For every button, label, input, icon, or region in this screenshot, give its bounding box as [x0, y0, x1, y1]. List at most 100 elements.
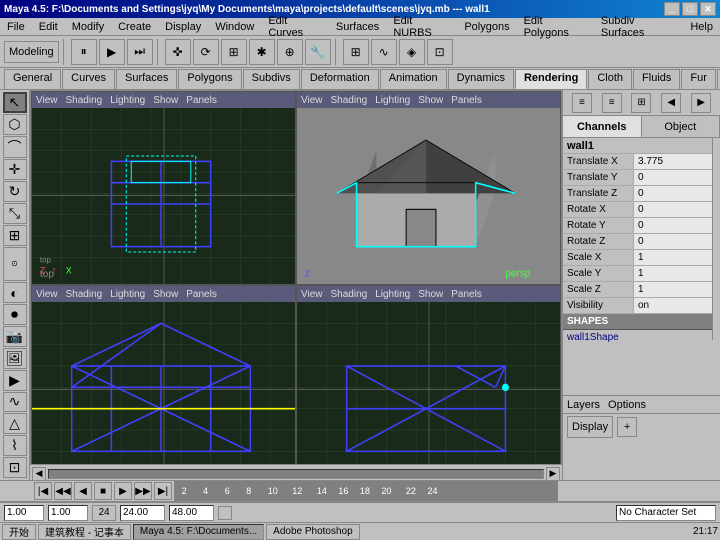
viewport-top-shading-menu[interactable]: Shading	[66, 95, 103, 106]
tab-animation[interactable]: Animation	[380, 69, 447, 89]
menu-modify[interactable]: Modify	[69, 20, 107, 34]
timeline-scrollbar[interactable]	[48, 469, 544, 479]
menu-surfaces[interactable]: Surfaces	[333, 20, 382, 34]
tab-deformation[interactable]: Deformation	[301, 69, 379, 89]
rpanel-btn-1[interactable]: ≡	[572, 93, 592, 113]
toolbar-btn-9[interactable]: 🔧	[305, 39, 331, 65]
channel-value[interactable]: 0	[633, 186, 720, 201]
nurbs-btn[interactable]: ⌇	[3, 435, 27, 456]
tab-general[interactable]: General	[4, 69, 61, 89]
timeline-next-frame-btn[interactable]: ▶	[114, 482, 132, 500]
toolbar-btn-1[interactable]: ⏸	[71, 39, 97, 65]
misc-btn[interactable]: ⊡	[3, 457, 27, 478]
channel-value[interactable]: 1	[633, 266, 720, 281]
toolbar-btn-4[interactable]: ✜	[165, 39, 191, 65]
viewport-persp-shading-menu[interactable]: Shading	[331, 95, 368, 106]
taskbar-app-1[interactable]: Maya 4.5: F:\Documents...	[133, 524, 264, 540]
layers-menu[interactable]: Layers	[567, 399, 600, 411]
close-button[interactable]: ✕	[700, 2, 716, 16]
universal-tool-btn[interactable]: ⊞	[3, 225, 27, 246]
viewport-persp-view-menu[interactable]: View	[301, 95, 323, 106]
wave-btn[interactable]: ∿	[3, 392, 27, 413]
tab-polygons[interactable]: Polygons	[178, 69, 241, 89]
viewport-persp-lighting-menu[interactable]: Lighting	[375, 95, 410, 106]
timeline-numbers[interactable]: 24681012141618202224	[174, 481, 558, 501]
toolbar-btn-7[interactable]: ✱	[249, 39, 275, 65]
viewport-persp-canvas[interactable]: Z X persp	[297, 108, 560, 284]
taskbar-app-2[interactable]: Adobe Photoshop	[266, 524, 360, 540]
viewport-side-show-menu[interactable]: Show	[418, 289, 443, 300]
maximize-button[interactable]: □	[682, 2, 698, 16]
menu-polygons[interactable]: Polygons	[461, 20, 512, 34]
tab-rendering[interactable]: Rendering	[515, 69, 587, 89]
tab-fluids[interactable]: Fluids	[633, 69, 680, 89]
display-dropdown[interactable]: Display	[567, 416, 613, 438]
toolbar-btn-2[interactable]: ▶	[99, 39, 125, 65]
channel-value[interactable]: 1	[633, 250, 720, 265]
channel-value[interactable]: 0	[633, 202, 720, 217]
viewport-front-canvas[interactable]: Z X front	[32, 302, 295, 478]
viewport-persp-panels-menu[interactable]: Panels	[451, 95, 482, 106]
tab-subdivs[interactable]: Subdivs	[243, 69, 300, 89]
tab-curves[interactable]: Curves	[62, 69, 115, 89]
viewport-front-shading-menu[interactable]: Shading	[66, 289, 103, 300]
snap-curve-btn[interactable]: ∿	[371, 39, 397, 65]
select-tool-btn[interactable]: ↖	[3, 92, 27, 113]
modeling-dropdown[interactable]: Modeling	[4, 41, 59, 63]
viewport-front-show-menu[interactable]: Show	[153, 289, 178, 300]
toolbar-btn-6[interactable]: ⊞	[221, 39, 247, 65]
viewport-side-canvas[interactable]: Z X side	[297, 302, 560, 478]
scroll-left-btn[interactable]: ◀	[32, 467, 46, 481]
toolbar-btn-8[interactable]: ⊕	[277, 39, 303, 65]
channel-value[interactable]: 1	[633, 282, 720, 297]
channel-value[interactable]: 3.775	[633, 154, 720, 169]
ipr-btn[interactable]: 🖼	[3, 348, 27, 369]
layers-list[interactable]	[563, 440, 720, 480]
layer-add-btn[interactable]: +	[617, 417, 637, 437]
viewport-side-view-menu[interactable]: View	[301, 289, 323, 300]
timeline-start-btn[interactable]: |◀	[34, 482, 52, 500]
toolbar-btn-3[interactable]: ⏭	[127, 39, 153, 65]
timeline-prev-btn[interactable]: ◀◀	[54, 482, 72, 500]
menu-help[interactable]: Help	[687, 20, 716, 34]
move-tool-btn[interactable]: ✛	[3, 159, 27, 180]
status-anim-indicator[interactable]: 24	[92, 505, 116, 521]
channels-scrollbar[interactable]	[712, 138, 720, 340]
rpanel-btn-4[interactable]: ◀	[661, 93, 681, 113]
lasso-tool-btn[interactable]: ⌒	[3, 136, 27, 158]
viewport-top-panels-menu[interactable]: Panels	[186, 95, 217, 106]
timeline-play-btn[interactable]: ◀	[74, 482, 92, 500]
channel-value[interactable]: 0	[633, 234, 720, 249]
taskbar-app-0[interactable]: 建筑教程 - 记事本	[38, 524, 131, 540]
timeline-stop-btn[interactable]: ■	[94, 482, 112, 500]
toolbar-btn-5[interactable]: ⟳	[193, 39, 219, 65]
show-hide-btn[interactable]: ◐	[3, 282, 27, 303]
viewport-front-view-menu[interactable]: View	[36, 289, 58, 300]
timeline-end-btn[interactable]: ▶|	[154, 482, 172, 500]
tab-channels[interactable]: Channels	[563, 116, 642, 137]
anim-btn[interactable]: ▶	[3, 370, 27, 391]
scale-tool-btn[interactable]: ⤡	[3, 203, 27, 224]
start-button[interactable]: 开始	[2, 524, 36, 540]
menu-edit-curves[interactable]: Edit Curves	[265, 14, 325, 40]
tab-object[interactable]: Object	[642, 116, 720, 137]
viewport-side-shading-menu[interactable]: Shading	[331, 289, 368, 300]
rpanel-btn-5[interactable]: ▶	[691, 93, 711, 113]
menu-window[interactable]: Window	[212, 20, 257, 34]
layers-options-menu[interactable]: Options	[608, 399, 646, 411]
menu-edit-nurbs[interactable]: Edit NURBS	[390, 14, 453, 40]
menu-edit[interactable]: Edit	[36, 20, 61, 34]
poly-btn[interactable]: △	[3, 413, 27, 434]
status-prev-btn[interactable]	[218, 506, 232, 520]
rpanel-btn-2[interactable]: ≡	[602, 93, 622, 113]
viewport-side-lighting-menu[interactable]: Lighting	[375, 289, 410, 300]
scroll-right-btn[interactable]: ▶	[546, 467, 560, 481]
viewport-top-show-menu[interactable]: Show	[153, 95, 178, 106]
tab-cloth[interactable]: Cloth	[588, 69, 632, 89]
paint-tool-btn[interactable]: ⬡	[3, 114, 27, 135]
soft-select-btn[interactable]: ⊙	[3, 247, 27, 282]
rotate-tool-btn[interactable]: ↻	[3, 181, 27, 202]
viewport-side-panels-menu[interactable]: Panels	[451, 289, 482, 300]
tab-surfaces[interactable]: Surfaces	[116, 69, 177, 89]
rpanel-btn-3[interactable]: ⊞	[631, 93, 651, 113]
